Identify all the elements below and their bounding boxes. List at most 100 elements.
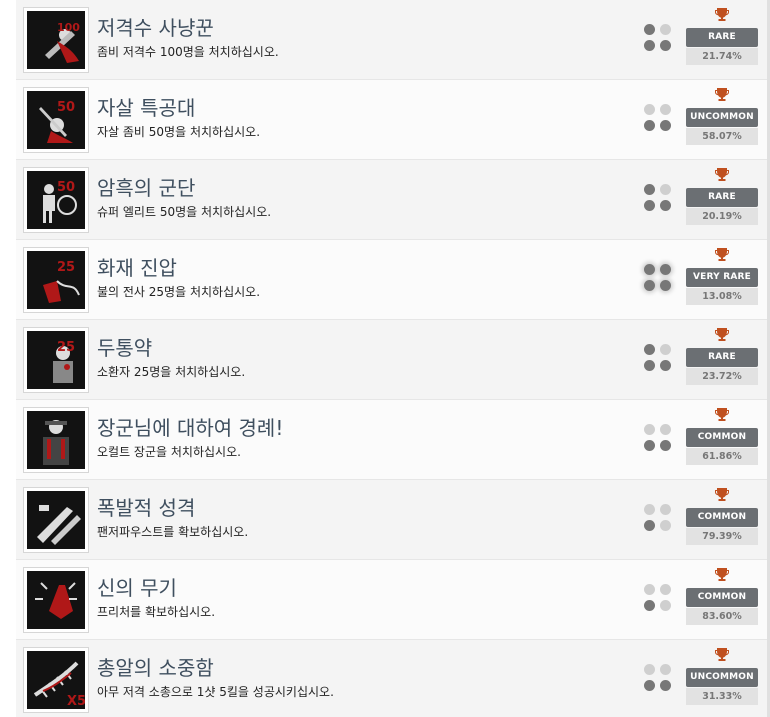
rarity-badge-group: RARE 20.19% — [686, 166, 758, 228]
difficulty-dot — [660, 280, 671, 291]
unlock-percentage: 58.07% — [686, 128, 758, 145]
trophy-icon — [714, 246, 730, 262]
difficulty-dot — [660, 600, 671, 611]
rarity-badge-group: UNCOMMON 58.07% — [686, 86, 758, 148]
difficulty-dot — [644, 184, 655, 195]
difficulty-dot — [644, 504, 655, 515]
svg-text:50: 50 — [57, 100, 75, 115]
bullet-spine-icon: X5 — [23, 647, 89, 713]
difficulty-dot — [644, 520, 655, 531]
difficulty-dot — [660, 40, 671, 51]
difficulty-dot — [644, 584, 655, 595]
difficulty-dot — [644, 40, 655, 51]
rarity-badge-group: COMMON 61.86% — [686, 406, 758, 468]
rarity-badge-group: COMMON 79.39% — [686, 486, 758, 548]
difficulty-dots — [644, 104, 672, 132]
difficulty-dots — [644, 504, 672, 532]
sniper-zombie-icon: 100 — [23, 7, 89, 73]
suicide-zombie-icon: 50 — [23, 87, 89, 153]
occult-general-icon — [23, 407, 89, 473]
difficulty-dot — [660, 440, 671, 451]
difficulty-dot — [644, 664, 655, 675]
unlock-percentage: 13.08% — [686, 288, 758, 305]
difficulty-dot — [660, 120, 671, 131]
difficulty-dot — [644, 424, 655, 435]
rarity-badge-group: RARE 21.74% — [686, 6, 758, 68]
difficulty-dot — [660, 264, 671, 275]
trophy-icon — [714, 6, 730, 22]
difficulty-dot — [660, 424, 671, 435]
preacher-weapon-icon — [23, 567, 89, 633]
difficulty-dot — [660, 344, 671, 355]
difficulty-dot — [644, 280, 655, 291]
difficulty-dot — [644, 104, 655, 115]
difficulty-dot — [660, 520, 671, 531]
difficulty-dot — [644, 120, 655, 131]
panzerfaust-icon — [23, 487, 89, 553]
unlock-percentage: 21.74% — [686, 48, 758, 65]
difficulty-dot — [660, 680, 671, 691]
rarity-label: COMMON — [686, 508, 758, 527]
rarity-badge-group: UNCOMMON 31.33% — [686, 646, 758, 708]
achievement-title: 화재 진압 — [97, 256, 177, 280]
unlock-percentage: 79.39% — [686, 528, 758, 545]
rarity-label: RARE — [686, 28, 758, 47]
trophy-icon — [714, 86, 730, 102]
achievement-row[interactable]: 25 화재 진압불의 전사 25명을 처치하십시오. VERY RARE 13.08% — [16, 240, 768, 320]
achievement-description: 팬저파우스트를 확보하십시오. — [97, 525, 249, 539]
rarity-label: UNCOMMON — [686, 668, 758, 687]
achievement-row[interactable]: 폭발적 성격팬저파우스트를 확보하십시오. COMMON 79.39% — [16, 480, 768, 560]
achievement-row[interactable]: 신의 무기 프리처를 확보하십시오. COMMON 83.60% — [16, 560, 768, 640]
achievement-row[interactable]: 50 암흑의 군단슈퍼 엘리트 50명을 처치하십시오. RARE 20.19% — [16, 160, 768, 240]
difficulty-dot — [660, 104, 671, 115]
achievement-title: 총알의 소중함 — [97, 656, 214, 680]
trophy-icon — [714, 646, 730, 662]
rarity-label: COMMON — [686, 588, 758, 607]
achievement-row[interactable]: 25 두통약 소환자 25명을 처치하십시오. RARE 23.72% — [16, 320, 768, 400]
difficulty-dot — [644, 200, 655, 211]
difficulty-dot — [644, 264, 655, 275]
difficulty-dots — [644, 584, 672, 612]
difficulty-dot — [644, 600, 655, 611]
achievement-description: 오컬트 장군을 처치하십시오. — [97, 445, 241, 459]
difficulty-dots — [644, 24, 672, 52]
achievement-description: 슈퍼 엘리트 50명을 처치하십시오. — [97, 205, 272, 219]
unlock-percentage: 61.86% — [686, 448, 758, 465]
achievement-list: 100 저격수 사냥꾼 좀비 저격수 100명을 처치하십시오. RARE 21.74%… — [16, 0, 768, 717]
unlock-percentage: 31.33% — [686, 688, 758, 705]
achievement-title: 자살 특공대 — [97, 96, 196, 120]
unlock-percentage: 20.19% — [686, 208, 758, 225]
achievement-description: 불의 전사 25명을 처치하십시오. — [97, 285, 261, 299]
achievement-title: 암흑의 군단 — [97, 176, 196, 200]
svg-text:50: 50 — [57, 180, 75, 195]
rarity-badge-group: COMMON 83.60% — [686, 566, 758, 628]
achievement-title: 저격수 사냥꾼 — [97, 16, 214, 40]
achievement-row[interactable]: X5 총알의 소중함아무 저격 소총으로 1샷 5킬을 성공시키십시오. UNCOM… — [16, 640, 768, 717]
difficulty-dots — [644, 344, 672, 372]
difficulty-dot — [660, 584, 671, 595]
achievement-description: 아무 저격 소총으로 1샷 5킬을 성공시키십시오. — [97, 685, 334, 699]
difficulty-dot — [644, 360, 655, 371]
difficulty-dots — [644, 184, 672, 212]
rarity-label: COMMON — [686, 428, 758, 447]
difficulty-dot — [660, 24, 671, 35]
rarity-label: UNCOMMON — [686, 108, 758, 127]
achievement-row[interactable]: 50 자살 특공대 자살 좀비 50명을 처치하십시오. UNCOMMON 58.07% — [16, 80, 768, 160]
svg-text:100: 100 — [57, 21, 80, 34]
trophy-icon — [714, 566, 730, 582]
summoner-icon: 25 — [23, 327, 89, 393]
achievement-title: 폭발적 성격 — [97, 496, 196, 520]
svg-text:X5: X5 — [67, 694, 85, 709]
unlock-percentage: 83.60% — [686, 608, 758, 625]
difficulty-dot — [660, 200, 671, 211]
achievement-row[interactable]: 100 저격수 사냥꾼 좀비 저격수 100명을 처치하십시오. RARE 21.74% — [16, 0, 768, 80]
achievement-title: 신의 무기 — [97, 576, 177, 600]
difficulty-dot — [644, 344, 655, 355]
svg-text:25: 25 — [57, 260, 75, 275]
difficulty-dots — [644, 664, 672, 692]
difficulty-dots — [644, 424, 672, 452]
rarity-badge-group: VERY RARE 13.08% — [686, 246, 758, 308]
trophy-icon — [714, 326, 730, 342]
fire-warrior-icon: 25 — [23, 247, 89, 313]
achievement-row[interactable]: 장군님에 대하여 경례! 오컬트 장군을 처치하십시오. COMMON 61.86% — [16, 400, 768, 480]
